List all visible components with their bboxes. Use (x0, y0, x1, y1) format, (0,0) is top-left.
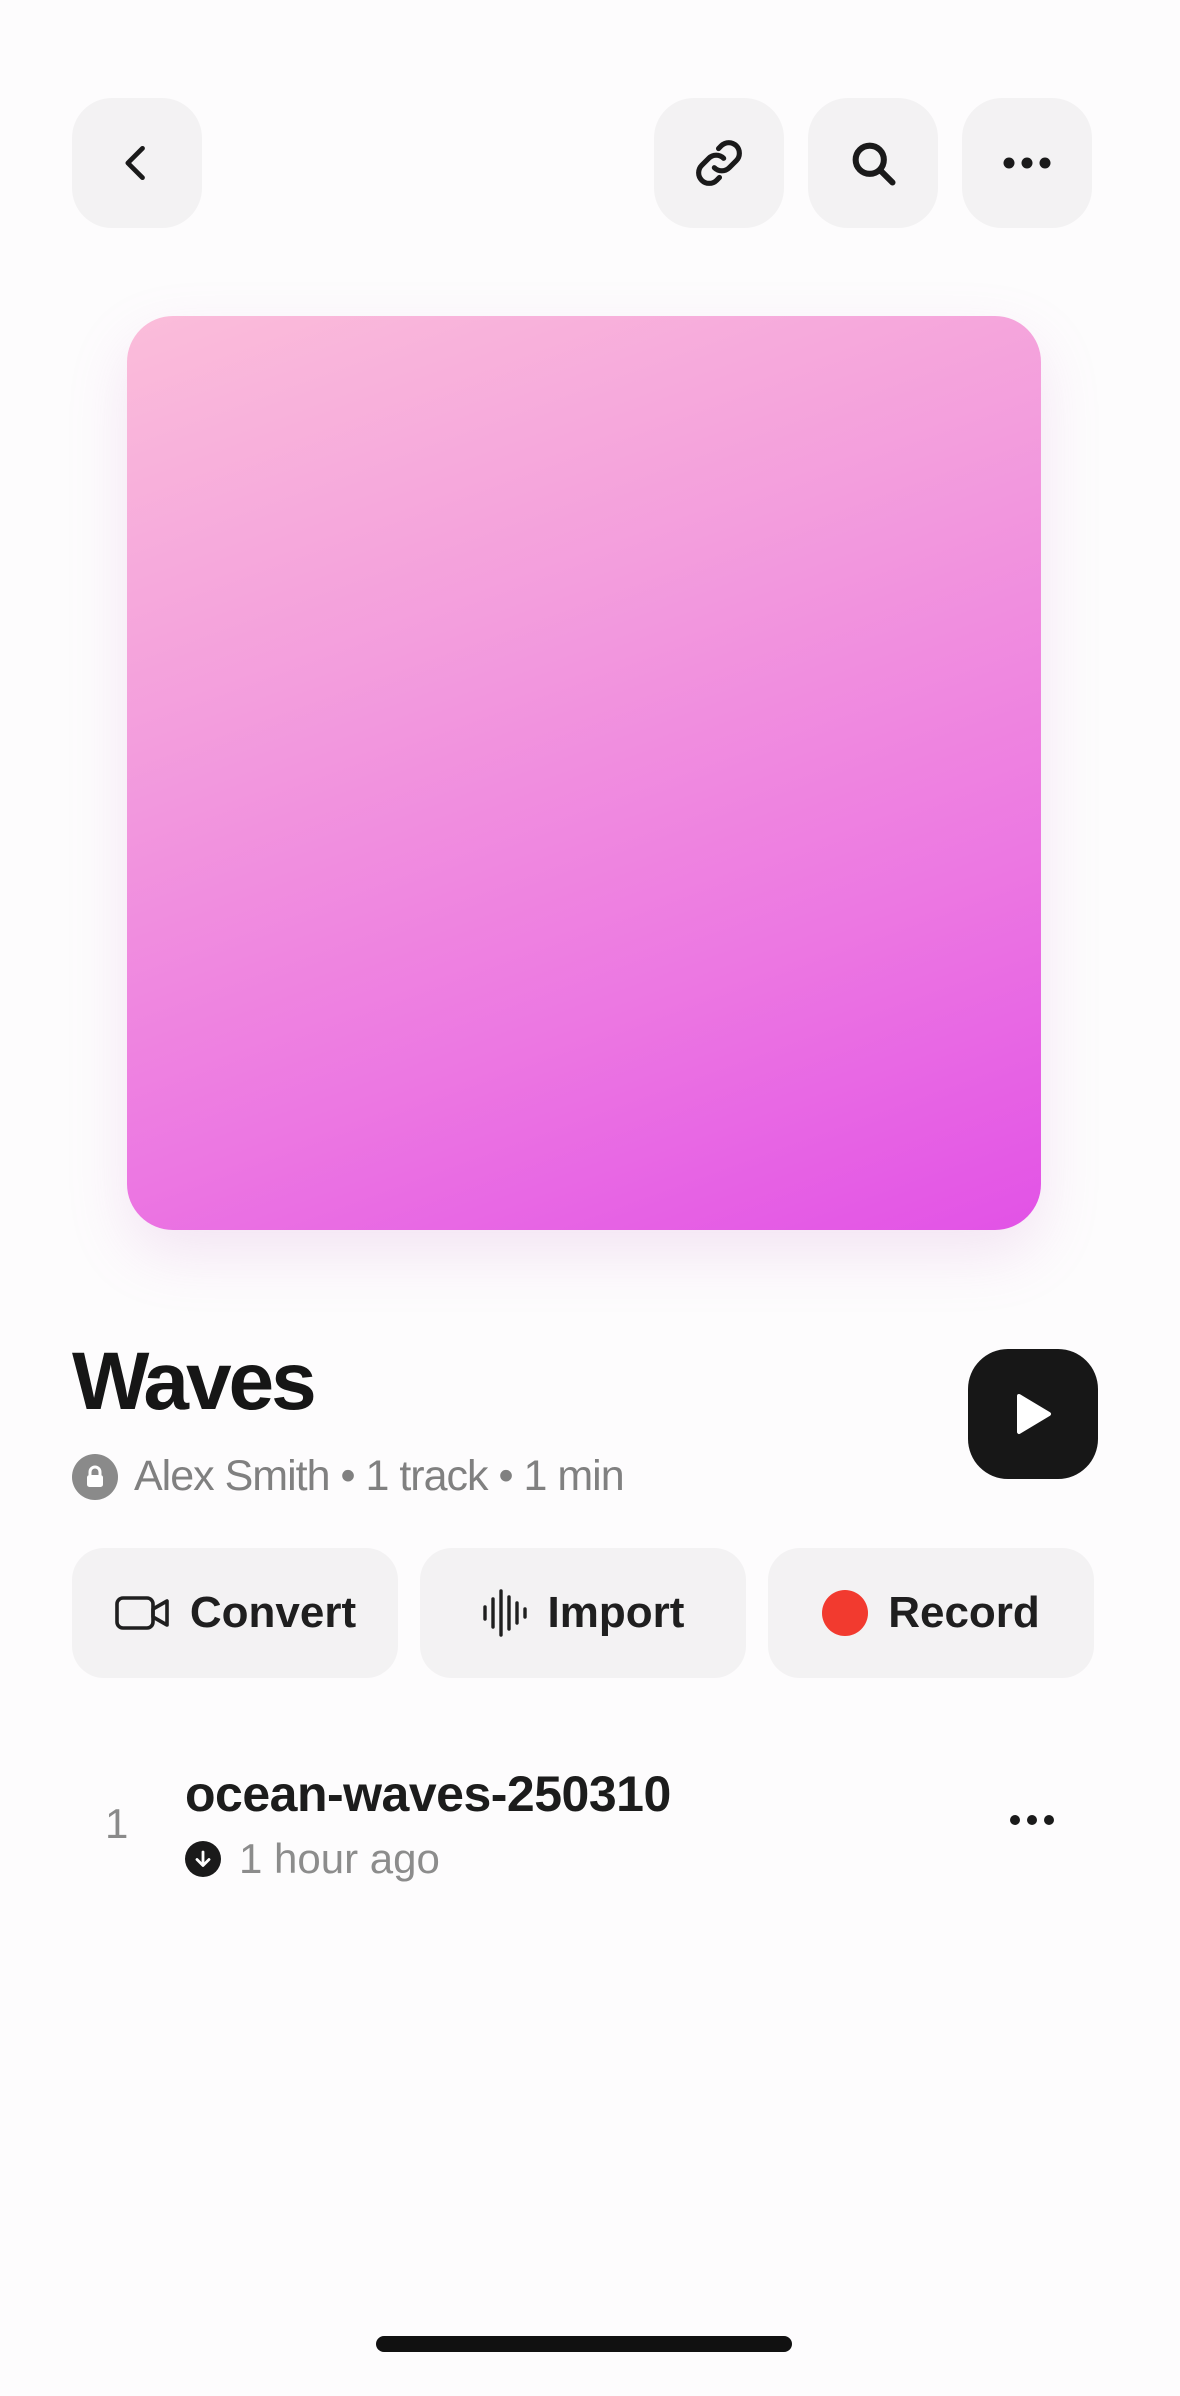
playlist-track-count: 1 track (365, 1452, 488, 1500)
playlist-duration: 1 min (523, 1452, 624, 1500)
record-label: Record (888, 1588, 1040, 1637)
downloaded-icon (185, 1841, 221, 1877)
playlist-meta: Alex Smith • 1 track • 1 min (72, 1452, 625, 1501)
playlist-title: Waves (72, 1336, 317, 1427)
search-button[interactable] (808, 98, 938, 228)
chevron-left-icon (125, 145, 145, 181)
ellipsis-icon (1003, 157, 1051, 169)
play-button[interactable] (968, 1349, 1098, 1479)
convert-button[interactable]: Convert (72, 1548, 398, 1678)
record-button[interactable]: Record (768, 1548, 1094, 1678)
lock-icon (72, 1453, 118, 1500)
track-time: 1 hour ago (239, 1835, 440, 1882)
track-meta: 1 hour ago (185, 1835, 440, 1883)
home-indicator[interactable] (376, 2336, 792, 2352)
track-title[interactable]: ocean-waves-250310 (185, 1765, 671, 1823)
ellipsis-icon (1010, 1815, 1054, 1825)
convert-label: Convert (189, 1588, 357, 1637)
copy-link-button[interactable] (654, 98, 784, 228)
import-label: Import (547, 1588, 685, 1637)
video-camera-icon (114, 1593, 170, 1633)
link-icon (696, 140, 742, 186)
playlist-cover-art (127, 316, 1041, 1230)
meta-separator: • (329, 1452, 366, 1500)
more-options-button[interactable] (962, 98, 1092, 228)
playlist-owner: Alex Smith (134, 1452, 331, 1500)
import-button[interactable]: Import (420, 1548, 746, 1678)
track-more-button[interactable] (1000, 1810, 1064, 1830)
play-icon (1017, 1394, 1051, 1434)
record-dot-icon (822, 1590, 869, 1636)
track-number: 1 (105, 1800, 129, 1847)
waveform-icon (482, 1589, 528, 1637)
search-icon (852, 142, 896, 186)
meta-separator: • (487, 1452, 524, 1500)
back-button[interactable] (72, 98, 202, 228)
